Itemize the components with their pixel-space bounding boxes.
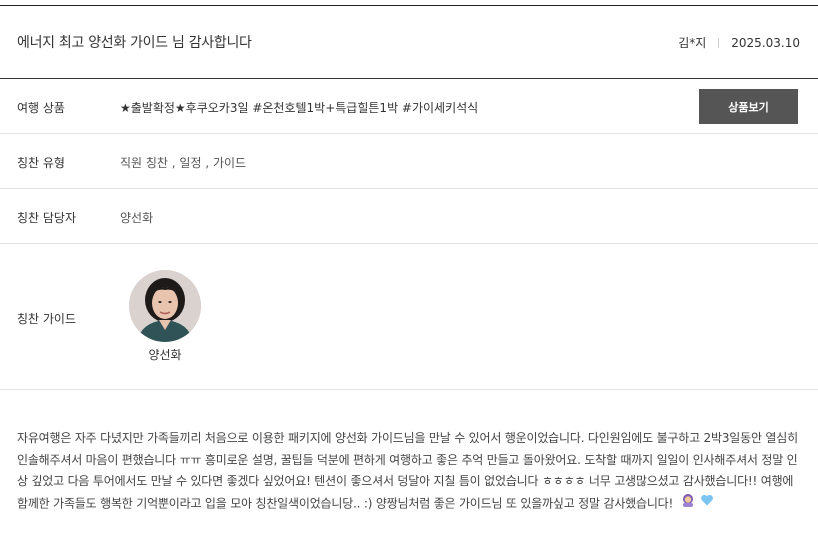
blue-heart-icon [700, 493, 714, 515]
praise-staff-row: 칭찬 담당자 양선화 [0, 189, 818, 243]
praise-guide-label: 칭찬 가이드 [17, 312, 77, 326]
praise-type-value: 직원 칭찬 , 일정 , 가이드 [120, 156, 247, 170]
praise-guide-row: 칭찬 가이드 [0, 244, 818, 389]
woman-emoji-icon [681, 493, 695, 515]
review-body: 자유여행은 자주 다녔지만 가족들끼리 처음으로 이용한 패키지에 양선화 가이… [17, 428, 801, 514]
row-divider [0, 389, 818, 390]
guide-name: 양선화 [148, 348, 182, 362]
product-value: ★출발확정★후쿠오카3일 #온천호텔1박+특급힐튼1박 #가이세키석식 [120, 101, 479, 115]
guide-avatar[interactable] [129, 270, 201, 342]
view-product-button[interactable]: 상품보기 [699, 89, 798, 124]
praise-type-row: 칭찬 유형 직원 칭찬 , 일정 , 가이드 [0, 134, 818, 188]
praise-staff-value: 양선화 [120, 211, 154, 225]
review-author: 김*지 [678, 36, 707, 50]
review-detail: 에너지 최고 양선화 가이드 님 감사합니다 김*지 2025.03.10 여행… [0, 0, 818, 553]
praise-type-label: 칭찬 유형 [17, 156, 65, 170]
praise-staff-label: 칭찬 담당자 [17, 211, 77, 225]
guide-photo-icon [129, 270, 201, 342]
product-row: 여행 상품 ★출발확정★후쿠오카3일 #온천호텔1박+특급힐튼1박 #가이세키석… [0, 79, 818, 133]
review-title: 에너지 최고 양선화 가이드 님 감사합니다 [17, 35, 252, 51]
review-date: 2025.03.10 [731, 35, 800, 50]
review-header: 에너지 최고 양선화 가이드 님 감사합니다 김*지 2025.03.10 [0, 6, 818, 78]
meta-separator [718, 37, 720, 48]
review-meta: 김*지 2025.03.10 [678, 34, 800, 51]
product-label: 여행 상품 [17, 101, 65, 115]
